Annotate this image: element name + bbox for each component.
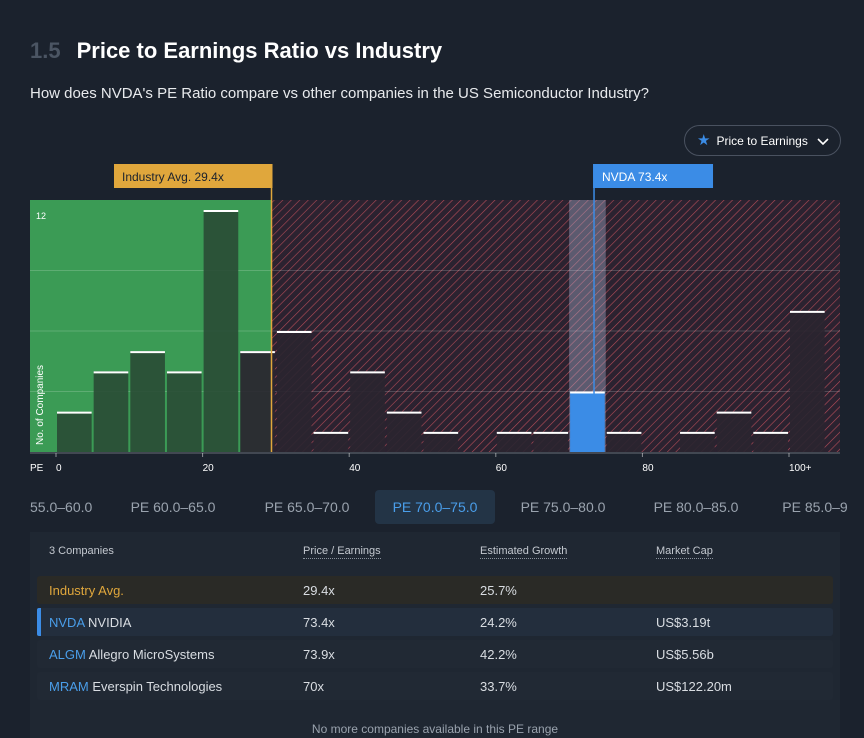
x-tick-label: 0 <box>56 463 62 474</box>
histogram-bar <box>423 431 459 452</box>
x-axis-title: PE <box>30 463 44 474</box>
histogram-bar <box>350 371 385 452</box>
pe-distribution-chart: Industry Avg. 29.4x NVDA 73.4x 12 No. of Co… <box>0 160 864 480</box>
companies-table: 3 Companies Price / Earnings Estimated G… <box>30 532 840 738</box>
section-title: Price to Earnings Ratio vs Industry <box>76 38 443 63</box>
pe-range-tabs: 55.0–60.0 PE 60.0–65.0 PE 65.0–70.0 PE 70.0… <box>0 490 864 524</box>
company-cell: MRAM Everspin Technologies <box>49 679 222 694</box>
histogram-bar <box>203 210 239 452</box>
x-tick-label: 20 <box>203 463 215 474</box>
company-market-cap: US$122.20m <box>656 679 732 694</box>
industry-average-row: Industry Avg. 29.4x 25.7% <box>37 576 833 604</box>
company-growth: 42.2% <box>480 647 517 662</box>
company-pe: 70x <box>303 679 324 694</box>
histogram-bar <box>93 371 129 452</box>
range-tab[interactable]: PE 60.0–65.0 <box>123 490 223 524</box>
header-pe[interactable]: Price / Earnings <box>303 545 381 559</box>
range-tab[interactable]: PE 75.0–80.0 <box>504 490 622 524</box>
company-market-cap: US$3.19t <box>656 615 711 630</box>
histogram-bar <box>57 411 92 452</box>
y-axis-title: No. of Companies <box>35 365 46 445</box>
histogram-bar <box>533 431 569 452</box>
company-ticker[interactable]: NVDA <box>49 615 84 630</box>
range-tab[interactable]: 55.0–60.0 <box>30 490 96 524</box>
industry-avg-label: Industry Avg. <box>49 583 124 598</box>
company-pe: 73.9x <box>303 647 335 662</box>
histogram-bar <box>130 351 165 452</box>
section-header: 1.5 Price to Earnings Ratio vs Industry <box>30 36 442 66</box>
company-pe: 73.4x <box>303 615 335 630</box>
x-tick-label: 40 <box>349 463 361 474</box>
company-cell: NVDA NVIDIA <box>49 615 131 630</box>
company-cell: ALGM Allegro MicroSystems <box>49 647 214 662</box>
metric-dropdown-label: Price to Earnings <box>716 133 808 148</box>
table-row[interactable]: NVDA NVIDIA 73.4x 24.2% US$3.19t <box>37 608 833 636</box>
histogram-bar <box>386 411 422 452</box>
x-tick-label: 100+ <box>789 463 812 474</box>
header-company-count: 3 Companies <box>49 545 114 557</box>
industry-avg-label: Industry Avg. 29.4x <box>122 170 224 184</box>
x-tick-label: 80 <box>642 463 654 474</box>
company-growth: 33.7% <box>480 679 517 694</box>
company-ticker[interactable]: MRAM <box>49 679 89 694</box>
company-growth: 24.2% <box>480 615 517 630</box>
histogram-bar <box>240 351 275 452</box>
y-axis-max-label: 12 <box>36 211 46 221</box>
company-name[interactable]: Everspin Technologies <box>92 679 222 694</box>
star-icon: ★ <box>697 132 711 149</box>
company-pe-label: NVDA 73.4x <box>602 170 667 184</box>
histogram-bar <box>716 411 752 452</box>
range-tab[interactable]: PE 70.0–75.0 <box>375 490 495 524</box>
table-row[interactable]: ALGM Allegro MicroSystems 73.9x 42.2% US… <box>37 640 833 668</box>
histogram-bar <box>790 310 825 452</box>
industry-avg-pe: 29.4x <box>303 583 335 598</box>
header-market-cap[interactable]: Market Cap <box>656 545 713 559</box>
histogram-bar <box>313 431 349 452</box>
section-number: 1.5 <box>30 38 61 63</box>
histogram-svg: Industry Avg. 29.4x NVDA 73.4x 12 No. of Co… <box>30 164 840 474</box>
chevron-down-icon <box>817 138 829 146</box>
industry-avg-growth: 25.7% <box>480 583 517 598</box>
histogram-bar <box>570 391 605 452</box>
histogram-bar <box>166 371 202 452</box>
histogram-bar <box>606 431 642 452</box>
range-tab[interactable]: PE 80.0–85.0 <box>637 490 755 524</box>
metric-dropdown[interactable]: ★ Price to Earnings <box>684 125 841 156</box>
company-ticker[interactable]: ALGM <box>49 647 86 662</box>
table-row[interactable]: MRAM Everspin Technologies 70x 33.7% US$… <box>37 672 833 700</box>
company-name[interactable]: Allegro MicroSystems <box>89 647 215 662</box>
section-question: How does NVDA's PE Ratio compare vs othe… <box>30 85 649 102</box>
x-tick-label: 60 <box>496 463 508 474</box>
range-tab[interactable]: PE 65.0–70.0 <box>252 490 362 524</box>
histogram-bar <box>680 431 715 452</box>
no-more-companies-note: No more companies available in this PE r… <box>311 722 559 736</box>
company-name[interactable]: NVIDIA <box>88 615 131 630</box>
range-tab[interactable]: PE 85.0–9 <box>765 490 864 524</box>
histogram-bar <box>496 431 532 452</box>
header-growth[interactable]: Estimated Growth <box>480 545 568 559</box>
selected-row-indicator <box>37 608 41 636</box>
company-market-cap: US$5.56b <box>656 647 714 662</box>
histogram-bar <box>753 431 788 452</box>
histogram-bar <box>276 331 312 452</box>
